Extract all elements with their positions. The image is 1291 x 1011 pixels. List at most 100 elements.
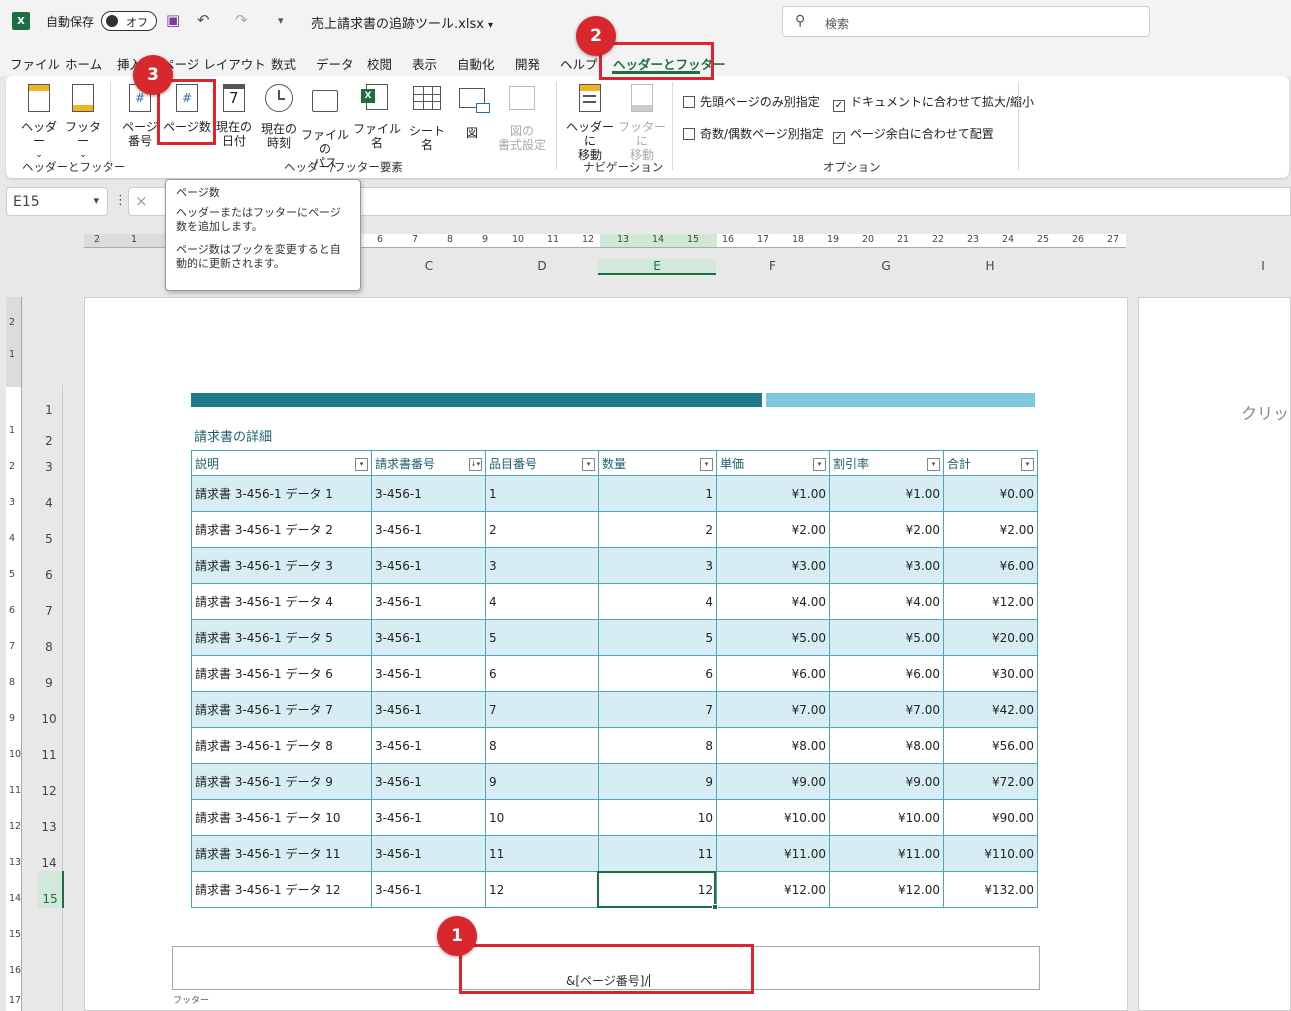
row-header[interactable]: 11 xyxy=(36,748,62,762)
customize-toolbar-icon[interactable]: ▾ xyxy=(278,14,284,27)
file-name[interactable]: 売上請求書の追跡ツール.xlsx ▾ xyxy=(311,13,493,32)
table-cell[interactable]: 4 xyxy=(485,583,599,620)
sheet-name-button[interactable]: シート名 xyxy=(404,82,450,152)
table-cell[interactable]: 3-456-1 xyxy=(371,727,486,764)
table-cell[interactable]: 請求書 3-456-1 データ 6 xyxy=(191,655,372,692)
filter-dropdown-icon[interactable]: ▾ xyxy=(355,458,368,471)
table-cell[interactable]: 3 xyxy=(485,547,599,584)
autosave-toggle[interactable]: オフ xyxy=(101,11,157,31)
tab-developer[interactable]: 開発 xyxy=(515,54,540,73)
option-different-first-page[interactable]: 先頭ページのみ別指定 xyxy=(683,93,820,110)
column-header-c[interactable]: C xyxy=(372,259,486,275)
table-cell[interactable]: 9 xyxy=(485,763,599,800)
row-header-selected[interactable]: 15 xyxy=(38,871,64,908)
tab-automate[interactable]: 自動化 xyxy=(457,54,495,73)
row-header[interactable]: 2 xyxy=(36,434,62,448)
table-cell[interactable]: 請求書 3-456-1 データ 3 xyxy=(191,547,372,584)
table-cell[interactable]: ¥4.00 xyxy=(829,583,944,620)
row-header[interactable]: 10 xyxy=(36,712,62,726)
column-header-g[interactable]: G xyxy=(829,259,943,275)
table-header-cell[interactable]: 説明 ▾ xyxy=(191,450,372,476)
vertical-ruler[interactable]: 2 1 1 2 3 4 5 6 7 8 9 10 11 12 13 14 15 … xyxy=(6,297,22,1011)
header-button[interactable]: ヘッダー ⌄ xyxy=(18,82,60,162)
table-cell[interactable]: ¥10.00 xyxy=(716,799,830,836)
table-cell[interactable]: 請求書 3-456-1 データ 12 xyxy=(191,871,372,908)
table-cell[interactable]: 5 xyxy=(485,619,599,656)
column-header-d[interactable]: D xyxy=(486,259,598,275)
row-header[interactable]: 4 xyxy=(36,496,62,510)
table-header-cell[interactable]: 数量 ▾ xyxy=(598,450,717,476)
column-header-e[interactable]: E xyxy=(598,259,716,275)
table-cell[interactable]: ¥8.00 xyxy=(829,727,944,764)
redo-icon[interactable]: ↷ xyxy=(235,11,248,29)
undo-icon[interactable]: ↶ xyxy=(197,11,210,29)
file-path-button[interactable]: ファイルの パス xyxy=(300,82,350,170)
tab-home[interactable]: ホーム xyxy=(65,54,102,73)
sort-filter-icon[interactable]: ↓▾ xyxy=(469,458,482,471)
cancel-icon[interactable]: × xyxy=(135,192,148,210)
table-cell[interactable]: 請求書 3-456-1 データ 7 xyxy=(191,691,372,728)
table-cell[interactable]: ¥20.00 xyxy=(943,619,1038,656)
column-header-h[interactable]: H xyxy=(943,259,1037,275)
current-date-button[interactable]: 7 現在の 日付 xyxy=(214,82,254,148)
table-cell[interactable]: 2 xyxy=(485,511,599,548)
option-align-with-margins[interactable]: ✓ ページ余白に合わせて配置 xyxy=(833,125,994,144)
table-cell[interactable]: 9 xyxy=(598,763,717,800)
tab-help[interactable]: ヘルプ xyxy=(560,54,598,73)
row-header[interactable]: 7 xyxy=(36,604,62,618)
more-options-icon[interactable]: ⋮ xyxy=(114,193,127,208)
row-header[interactable]: 13 xyxy=(36,820,62,834)
table-cell[interactable]: 3-456-1 xyxy=(371,511,486,548)
table-cell[interactable]: ¥90.00 xyxy=(943,799,1038,836)
table-cell[interactable]: 請求書 3-456-1 データ 2 xyxy=(191,511,372,548)
table-cell[interactable]: ¥56.00 xyxy=(943,727,1038,764)
picture-button[interactable]: 図 xyxy=(454,82,490,140)
option-scale-with-document[interactable]: ✓ ドキュメントに合わせて拡大/縮小 xyxy=(833,93,1034,112)
table-cell[interactable]: 請求書 3-456-1 データ 5 xyxy=(191,619,372,656)
column-header-f[interactable]: F xyxy=(716,259,829,275)
table-cell[interactable]: 12 xyxy=(598,871,717,908)
table-cell[interactable]: ¥3.00 xyxy=(716,547,830,584)
table-cell[interactable]: ¥72.00 xyxy=(943,763,1038,800)
table-cell[interactable]: 3-456-1 xyxy=(371,799,486,836)
table-header-cell[interactable]: 請求書番号 ↓▾ xyxy=(371,450,486,476)
table-cell[interactable]: 請求書 3-456-1 データ 9 xyxy=(191,763,372,800)
table-cell[interactable]: ¥2.00 xyxy=(943,511,1038,548)
table-cell[interactable]: 8 xyxy=(598,727,717,764)
row-header[interactable]: 8 xyxy=(36,640,62,654)
table-header-cell[interactable]: 合計 ▾ xyxy=(943,450,1038,476)
table-cell[interactable]: 12 xyxy=(485,871,599,908)
row-header[interactable]: 3 xyxy=(36,460,62,474)
table-header-cell[interactable]: 単価 ▾ xyxy=(716,450,830,476)
filter-dropdown-icon[interactable]: ▾ xyxy=(1021,458,1034,471)
table-cell[interactable]: 10 xyxy=(485,799,599,836)
table-cell[interactable]: 10 xyxy=(598,799,717,836)
table-cell[interactable]: ¥9.00 xyxy=(829,763,944,800)
table-cell[interactable]: ¥8.00 xyxy=(716,727,830,764)
table-cell[interactable]: 3-456-1 xyxy=(371,583,486,620)
table-cell[interactable]: ¥5.00 xyxy=(716,619,830,656)
table-cell[interactable]: 3-456-1 xyxy=(371,547,486,584)
table-cell[interactable]: 請求書 3-456-1 データ 8 xyxy=(191,727,372,764)
table-cell[interactable]: ¥1.00 xyxy=(716,475,830,512)
table-cell[interactable]: ¥12.00 xyxy=(829,871,944,908)
tab-data[interactable]: データ xyxy=(316,54,354,73)
tab-formulas[interactable]: 数式 xyxy=(271,54,296,73)
footer-button[interactable]: フッター ⌄ xyxy=(62,82,104,162)
filter-dropdown-icon[interactable]: ▾ xyxy=(700,458,713,471)
table-cell[interactable]: 8 xyxy=(485,727,599,764)
table-cell[interactable]: ¥12.00 xyxy=(943,583,1038,620)
option-different-odd-even[interactable]: 奇数/偶数ページ別指定 xyxy=(683,125,824,142)
tab-review[interactable]: 校閲 xyxy=(367,54,392,73)
table-cell[interactable]: 2 xyxy=(598,511,717,548)
tab-view[interactable]: 表示 xyxy=(412,54,437,73)
table-cell[interactable]: 請求書 3-456-1 データ 11 xyxy=(191,835,372,872)
table-cell[interactable]: 6 xyxy=(485,655,599,692)
table-cell[interactable]: ¥0.00 xyxy=(943,475,1038,512)
filter-dropdown-icon[interactable]: ▾ xyxy=(927,458,940,471)
goto-footer-button[interactable]: フッターに 移動 xyxy=(616,82,668,162)
save-icon[interactable]: ▣ xyxy=(166,11,180,29)
table-cell[interactable]: 4 xyxy=(598,583,717,620)
table-cell[interactable]: 請求書 3-456-1 データ 4 xyxy=(191,583,372,620)
table-cell[interactable]: 3-456-1 xyxy=(371,763,486,800)
